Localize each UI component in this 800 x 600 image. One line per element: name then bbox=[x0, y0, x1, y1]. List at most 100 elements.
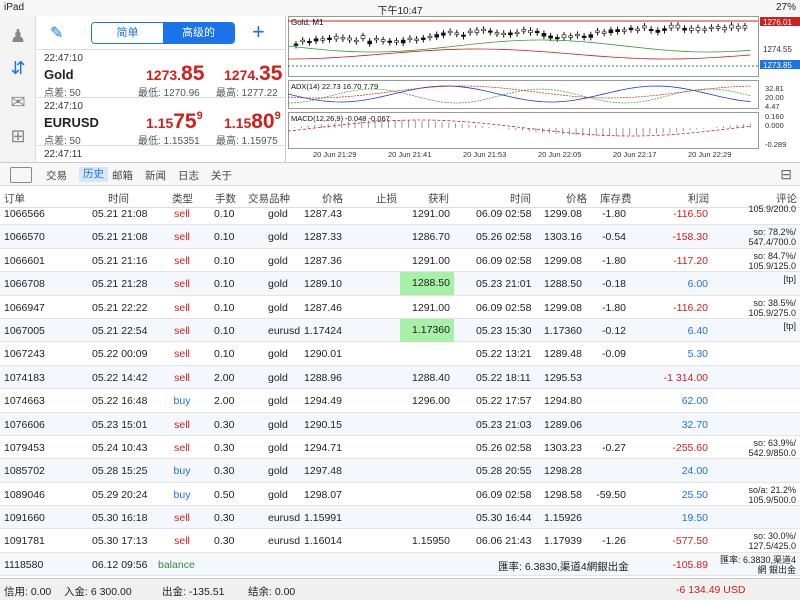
close-price: 1.15926 bbox=[544, 512, 582, 525]
order-id: 1076606 bbox=[4, 418, 45, 431]
candle bbox=[735, 25, 741, 30]
price-chart[interactable]: Gold, M1 ADX(14) 22.73 16.70 7.79 MACD(12,… bbox=[288, 16, 800, 162]
candle bbox=[675, 24, 681, 29]
candle bbox=[367, 40, 372, 45]
candle bbox=[313, 38, 319, 42]
account-icon[interactable]: ♟ bbox=[6, 24, 30, 48]
order-id: 1089046 bbox=[4, 488, 45, 501]
table-row[interactable]: 1089046 05.29 20:24 buy 0.50 gold 1298.0… bbox=[0, 483, 800, 507]
close-time: 06.06 21:43 bbox=[476, 535, 532, 548]
chart-canvas: Gold, M1 ADX(14) 22.73 16.70 7.79 MACD(12,… bbox=[288, 16, 800, 159]
profit: 25.50 bbox=[681, 488, 708, 501]
table-row[interactable]: 1066708 05.21 21:28 sell 0.10 gold 1289.… bbox=[0, 272, 800, 296]
chat-icon[interactable]: ✉ bbox=[6, 90, 30, 114]
symbol: gold bbox=[268, 488, 288, 501]
open-price: 1287.43 bbox=[304, 208, 342, 220]
candle bbox=[554, 37, 560, 40]
profit: 24.00 bbox=[681, 465, 708, 478]
table-row[interactable]: 1067005 05.21 22:54 sell 0.10 eurusd 1.1… bbox=[0, 318, 800, 343]
tab-0[interactable]: 交易 bbox=[46, 168, 67, 183]
table-row[interactable]: 1074663 05.22 16:48 buy 2.00 gold 1294.4… bbox=[0, 389, 800, 413]
layout-icon[interactable] bbox=[10, 167, 32, 183]
swap: -0.54 bbox=[602, 231, 626, 244]
order-type: sell bbox=[174, 278, 190, 291]
bid-main: 1.15 bbox=[146, 115, 174, 131]
profit: -255.60 bbox=[672, 441, 708, 454]
table-row[interactable]: 1085702 05.28 15:25 buy 0.30 gold 1297.4… bbox=[0, 459, 800, 483]
comment: 105.9/200.0 bbox=[748, 204, 796, 214]
table-row[interactable]: 1074183 05.22 14:42 sell 2.00 gold 1288.… bbox=[0, 365, 800, 390]
collapse-icon[interactable]: ⊟ bbox=[780, 166, 792, 183]
order-id: 1066570 bbox=[4, 231, 45, 244]
profit: 5.30 bbox=[687, 348, 708, 361]
add-order-icon[interactable]: ⊞ bbox=[6, 124, 30, 148]
table-row[interactable]: 1091781 05.30 17:13 sell 0.30 eurusd 1.1… bbox=[0, 529, 800, 553]
bid-price[interactable]: 1.15759 bbox=[146, 110, 203, 134]
tab-5[interactable]: 关于 bbox=[211, 168, 232, 183]
candle bbox=[360, 35, 366, 39]
table-row[interactable]: 1066947 05.21 22:22 sell 0.10 gold 1287.… bbox=[0, 296, 800, 319]
ask-price[interactable]: 1.15809 bbox=[224, 110, 281, 134]
symbol: gold bbox=[268, 395, 288, 408]
table-row[interactable]: 1066566 05.21 21:08 sell 0.10 gold 1287.… bbox=[0, 202, 800, 226]
candle bbox=[427, 35, 433, 38]
comment: [tp] bbox=[783, 274, 796, 285]
table-row[interactable]: 1079453 05.24 10:43 sell 0.30 gold 1294.… bbox=[0, 436, 800, 460]
quote-symbol: Gold bbox=[44, 67, 74, 82]
ask-pips: 80 bbox=[251, 110, 275, 133]
candle bbox=[400, 39, 406, 44]
candle bbox=[374, 38, 379, 41]
open-price: 1289.10 bbox=[304, 278, 342, 291]
volume: 0.10 bbox=[214, 301, 235, 314]
quote-row[interactable]: 22:47:10 Gold 点差: 50 1273.85 1274.35 最低:… bbox=[36, 50, 285, 99]
candle bbox=[387, 40, 393, 43]
edit-icon[interactable]: ✎ bbox=[50, 23, 63, 43]
open-time: 05.22 00:09 bbox=[92, 348, 148, 361]
quote-row[interactable]: 22:47:10 EURUSD 点差: 50 1.15759 1.15809 最… bbox=[36, 98, 285, 147]
candle bbox=[447, 30, 453, 34]
credit-value: 信用: 0.00 bbox=[4, 586, 52, 598]
bid-price[interactable]: 1273.85 bbox=[146, 62, 204, 86]
quote-row[interactable]: 22:47:11 bbox=[36, 146, 285, 162]
candle bbox=[467, 30, 473, 34]
add-symbol-icon[interactable]: + bbox=[252, 19, 265, 45]
table-row[interactable]: 1066570 05.21 21:08 sell 0.10 gold 1287.… bbox=[0, 225, 800, 249]
profit: -105.89 bbox=[672, 558, 708, 571]
comment: so: 84.7%/ 105.9/125.0 bbox=[748, 250, 796, 271]
table-row[interactable]: 1067243 05.22 00:09 sell 0.10 gold 1290.… bbox=[0, 342, 800, 366]
table-row[interactable]: 1091660 05.30 16:18 sell 0.30 eurusd 1.1… bbox=[0, 506, 800, 530]
table-row[interactable]: 1066601 05.21 21:16 sell 0.10 gold 1287.… bbox=[0, 249, 800, 273]
profit: -116.20 bbox=[673, 301, 708, 314]
balance-row[interactable]: 1118580 06.12 09:56 balance 匯率: 6.3830,渠… bbox=[0, 552, 800, 577]
tab-4[interactable]: 日志 bbox=[178, 168, 199, 183]
order-id: 1074663 bbox=[4, 395, 45, 408]
terminal-tabs: 交易 历史 邮箱 新闻 日志 关于 ⊟ bbox=[0, 162, 800, 186]
quote-symbol: EURUSD bbox=[44, 115, 99, 130]
mode-advanced-button[interactable]: 高级的 bbox=[163, 23, 234, 43]
tab-1[interactable]: 历史 bbox=[79, 167, 108, 182]
mode-simple-button[interactable]: 简单 bbox=[92, 23, 163, 43]
mode-switch[interactable]: 简单 高级的 bbox=[91, 22, 235, 44]
close-price: 1288.50 bbox=[544, 278, 582, 291]
open-price: 1294.49 bbox=[304, 395, 342, 408]
order-id: 1091781 bbox=[4, 535, 45, 548]
quote-high: 最高: 1.15975 bbox=[216, 136, 278, 147]
candle bbox=[454, 32, 460, 35]
table-row[interactable]: 1076606 05.23 15:01 sell 0.30 gold 1290.… bbox=[0, 412, 800, 436]
order-id: 1066566 bbox=[4, 208, 45, 220]
open-price: 1.17424 bbox=[304, 324, 342, 337]
time-label: 20 Jun 22:29 bbox=[688, 150, 731, 159]
transfer-icon[interactable]: ⇵ bbox=[6, 56, 30, 80]
open-price: 1.16014 bbox=[304, 535, 342, 548]
order-type: sell bbox=[174, 348, 190, 361]
close-price: 1299.08 bbox=[544, 208, 582, 220]
ask-price[interactable]: 1274.35 bbox=[224, 62, 282, 86]
candle bbox=[501, 32, 506, 35]
comment: [tp] bbox=[783, 320, 796, 331]
open-price: 1.15991 bbox=[304, 512, 342, 525]
chart-title: Gold, M1 bbox=[291, 18, 324, 27]
tab-2[interactable]: 邮箱 bbox=[112, 168, 133, 183]
symbol: eurusd bbox=[268, 512, 301, 525]
candle bbox=[648, 28, 654, 32]
tab-3[interactable]: 新闻 bbox=[145, 168, 166, 183]
